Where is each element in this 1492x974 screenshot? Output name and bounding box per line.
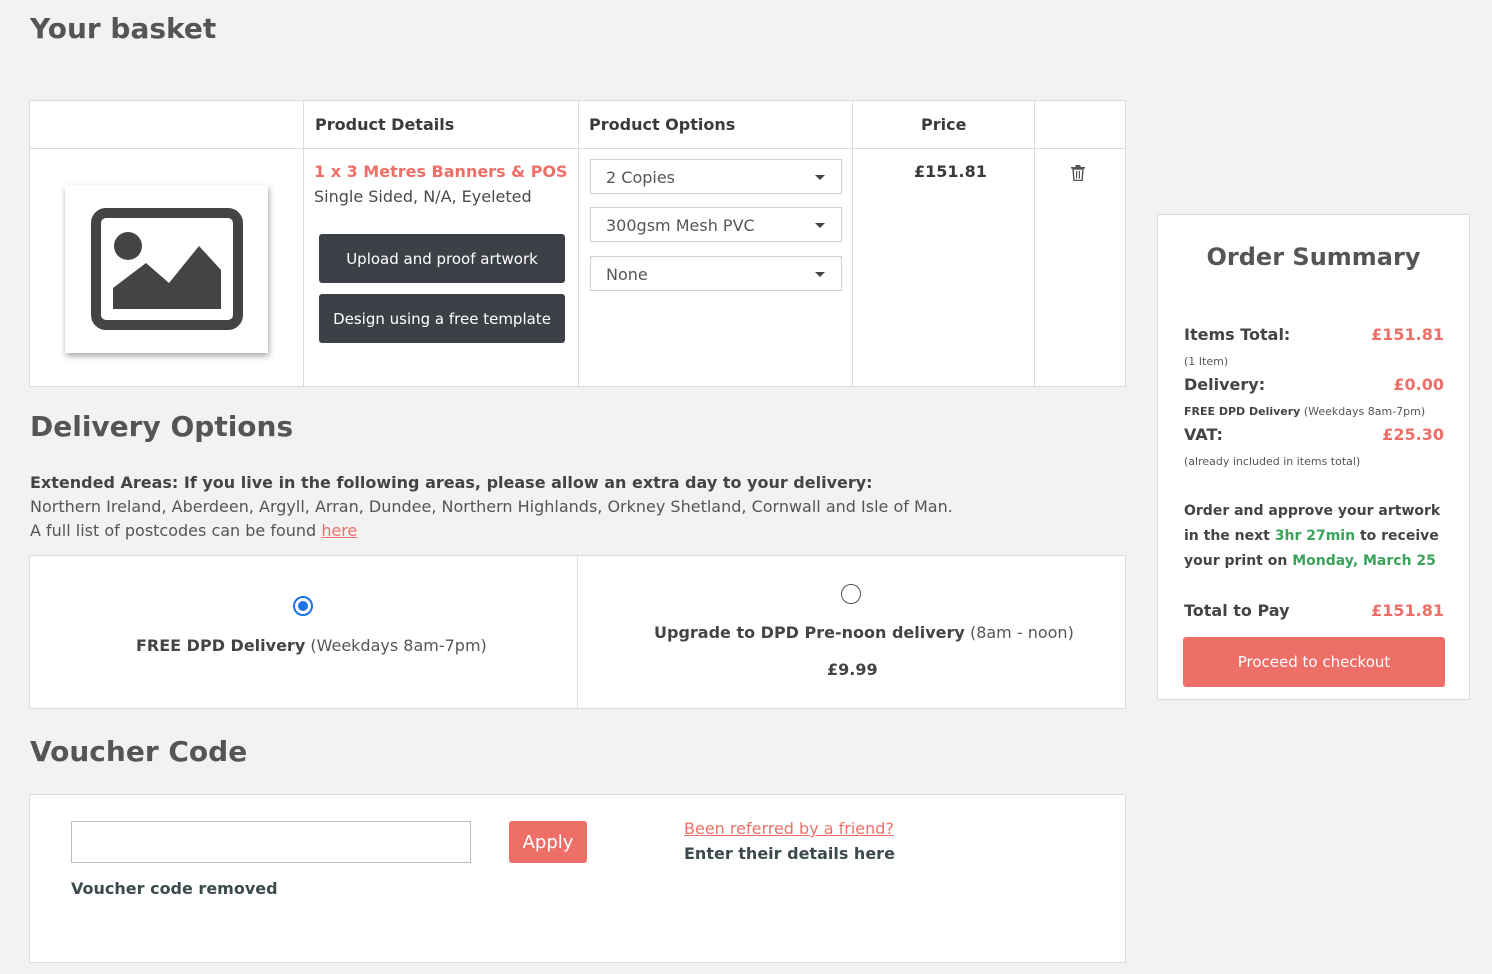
free-delivery-radio[interactable] [293,596,313,616]
basket-table: Product Details Product Options Price 1 … [29,100,1126,387]
deadline-date: Monday, March 25 [1292,553,1436,569]
referral-subtext: Enter their details here [684,844,895,863]
delivery-value: £0.00 [1393,375,1444,394]
copies-select[interactable]: 2 Copies [590,159,842,194]
column-divider [852,101,853,386]
delivery-note: FREE DPD Delivery (Weekdays 8am-7pm) [1184,405,1425,418]
extended-areas-heading: Extended Areas: If you live in the follo… [30,473,873,492]
column-divider [303,101,304,386]
total-to-pay-label: Total to Pay [1184,601,1290,620]
referral-link[interactable]: Been referred by a friend? [684,819,894,838]
order-summary-panel: Order Summary Items Total: £151.81 (1 It… [1157,214,1470,700]
items-count: (1 Item) [1184,355,1229,368]
delivery-options-title: Delivery Options [30,410,294,443]
items-total-value: £151.81 [1371,325,1444,344]
free-delivery-detail: (Weekdays 8am-7pm) [310,636,487,655]
free-delivery-label[interactable]: FREE DPD Delivery (Weekdays 8am-7pm) [136,636,487,655]
order-summary-title: Order Summary [1206,243,1421,271]
prenoon-delivery-detail: (8am - noon) [969,623,1074,642]
chevron-down-icon [815,175,825,180]
chevron-down-icon [815,272,825,277]
column-divider [1034,101,1035,386]
delivery-label: Delivery: [1184,375,1266,394]
vat-note: (already included in items total) [1184,455,1361,468]
postcodes-text: A full list of postcodes can be found [30,521,317,540]
voucher-status-message: Voucher code removed [71,879,278,898]
voucher-input[interactable] [71,821,471,863]
header-price: Price [921,115,967,134]
prenoon-delivery-radio[interactable] [841,584,861,604]
material-select-value: 300gsm Mesh PVC [606,216,755,235]
finish-select-value: None [606,265,648,284]
vat-label: VAT: [1184,425,1223,444]
apply-voucher-button[interactable]: Apply [509,821,587,863]
free-delivery-name: FREE DPD Delivery [136,636,306,655]
voucher-code-title: Voucher Code [30,735,248,768]
upload-artwork-button[interactable]: Upload and proof artwork [319,234,565,283]
prenoon-delivery-name: Upgrade to DPD Pre-noon delivery [654,623,965,642]
voucher-box: Apply Voucher code removed Been referred… [29,794,1126,963]
product-name[interactable]: 1 x 3 Metres Banners & POS [314,162,568,181]
item-price: £151.81 [914,162,987,181]
postcodes-note: A full list of postcodes can be found he… [30,521,357,540]
items-total-label: Items Total: [1184,325,1291,344]
postcodes-link[interactable]: here [321,521,357,540]
delivery-options-box: FREE DPD Delivery (Weekdays 8am-7pm) Upg… [29,555,1126,709]
option-divider [577,556,578,708]
delivery-deadline-message: Order and approve your artwork in the ne… [1184,499,1449,574]
column-divider [578,101,579,386]
finish-select[interactable]: None [590,256,842,291]
header-product-options: Product Options [589,115,736,134]
header-product-details: Product Details [315,115,455,134]
vat-value: £25.30 [1382,425,1444,444]
prenoon-delivery-price: £9.99 [827,660,878,679]
image-placeholder-icon [90,208,243,330]
deadline-time: 3hr 27min [1274,528,1356,544]
delivery-note-method: FREE DPD Delivery [1184,405,1301,418]
copies-select-value: 2 Copies [606,168,676,187]
product-thumbnail [65,185,268,353]
trash-icon[interactable] [1071,165,1085,181]
extended-areas-list: Northern Ireland, Aberdeen, Argyll, Arra… [30,497,953,516]
product-spec: Single Sided, N/A, Eyeleted [314,187,532,206]
page-title: Your basket [30,12,217,45]
total-to-pay-value: £151.81 [1371,601,1444,620]
prenoon-delivery-label[interactable]: Upgrade to DPD Pre-noon delivery (8am - … [654,623,1074,642]
proceed-to-checkout-button[interactable]: Proceed to checkout [1183,637,1445,687]
delivery-note-hours: (Weekdays 8am-7pm) [1303,405,1426,418]
material-select[interactable]: 300gsm Mesh PVC [590,207,842,242]
chevron-down-icon [815,223,825,228]
design-template-button[interactable]: Design using a free template [319,294,565,343]
